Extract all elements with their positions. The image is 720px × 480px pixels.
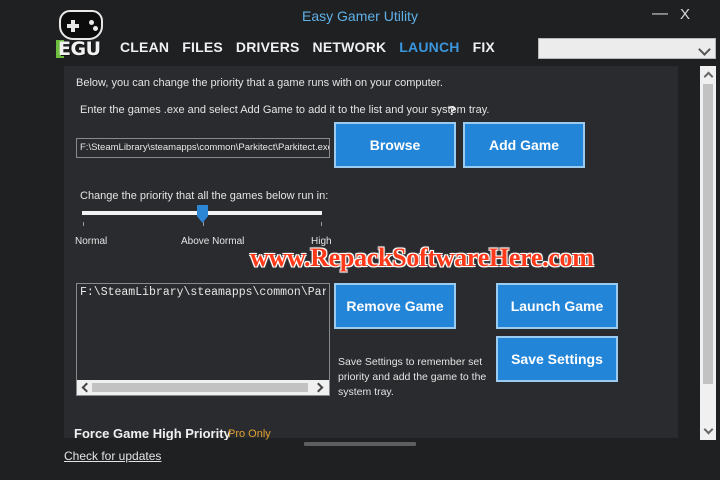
save-hint-text: Save Settings to remember set priority a… — [338, 356, 487, 398]
intro-text: Below, you can change the priority that … — [76, 77, 443, 89]
main-nav: CLEAN FILES DRIVERS NETWORK LAUNCH FIX — [120, 39, 508, 59]
chevron-right-icon[interactable] — [315, 383, 324, 392]
priority-label: Change the priority that all the games b… — [80, 190, 329, 202]
chevron-up-icon[interactable] — [704, 70, 712, 78]
remove-game-button[interactable]: Remove Game — [334, 283, 456, 329]
browse-button[interactable]: Browse — [334, 122, 456, 168]
logo-text: EGU — [58, 38, 101, 60]
list-item[interactable]: F:\SteamLibrary\steamapps\common\Parkite… — [80, 286, 326, 299]
save-settings-button[interactable]: Save Settings — [496, 336, 618, 382]
minimize-button[interactable]: — — [650, 2, 670, 26]
slider-tick — [203, 222, 204, 226]
tab-clean[interactable]: CLEAN — [120, 39, 169, 59]
slider-tick — [321, 222, 322, 226]
instruction-text: Enter the games .exe and select Add Game… — [80, 104, 490, 116]
chevron-left-icon[interactable] — [80, 383, 89, 392]
chevron-down-icon — [699, 42, 711, 54]
horizontal-scrollbar[interactable] — [77, 380, 329, 395]
tab-network[interactable]: NETWORK — [313, 39, 387, 59]
top-dropdown[interactable] — [538, 38, 716, 59]
tab-launch[interactable]: LAUNCH — [399, 39, 459, 59]
add-game-button[interactable]: Add Game — [463, 122, 585, 168]
close-button[interactable]: X — [674, 2, 696, 26]
slider-label-above-normal: Above Normal — [181, 236, 245, 247]
gamepad-icon — [59, 10, 103, 40]
game-path-input[interactable]: F:\SteamLibrary\steamapps\common\Parkite… — [76, 138, 330, 158]
tab-files[interactable]: FILES — [182, 39, 223, 59]
pro-only-badge: Pro Only — [228, 428, 271, 440]
app-logo: EGU — [56, 10, 106, 60]
force-priority-title: Force Game High Priority — [74, 426, 231, 441]
tab-drivers[interactable]: DRIVERS — [236, 39, 300, 59]
scrollbar-thumb[interactable] — [92, 383, 308, 392]
vertical-scrollbar[interactable] — [700, 66, 716, 440]
help-icon[interactable]: ? — [448, 103, 456, 118]
games-list[interactable]: F:\SteamLibrary\steamapps\common\Parkite… — [76, 283, 330, 396]
tab-fix[interactable]: FIX — [473, 39, 495, 59]
window-title: Easy Gamer Utility — [302, 8, 418, 24]
scrollbar-thumb[interactable] — [703, 84, 713, 384]
launch-game-button[interactable]: Launch Game — [496, 283, 618, 329]
watermark-text: www.RepackSoftwareHere.com — [250, 243, 594, 272]
chevron-down-icon[interactable] — [704, 426, 712, 434]
title-bar: Easy Gamer Utility — X — [0, 0, 720, 34]
app-window: Easy Gamer Utility — X EGU CLEAN FILES D… — [0, 0, 720, 480]
bottom-control[interactable] — [304, 442, 416, 446]
slider-label-normal: Normal — [75, 236, 108, 247]
slider-tick — [83, 222, 84, 226]
check-updates-link[interactable]: Check for updates — [64, 449, 161, 463]
